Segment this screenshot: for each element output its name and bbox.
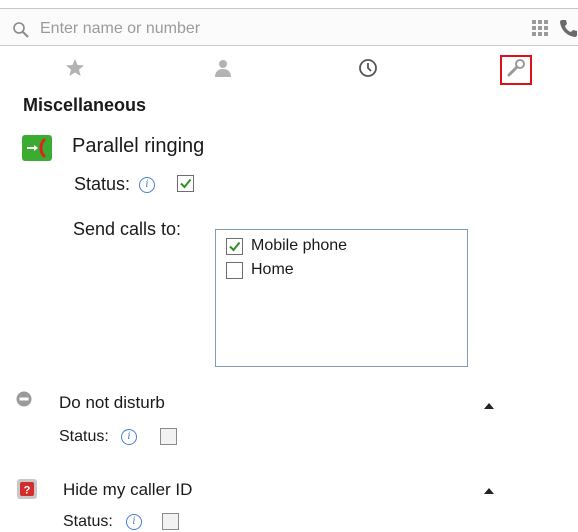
- dialpad-icon[interactable]: [531, 19, 549, 42]
- mobile-phone-checkbox[interactable]: [226, 237, 243, 255]
- search-input[interactable]: [38, 16, 502, 42]
- do-not-disturb-status-checkbox[interactable]: [160, 428, 177, 445]
- send-calls-list[interactable]: Mobile phone Home: [215, 229, 468, 367]
- hide-caller-id-icon: ?: [16, 478, 38, 505]
- list-item[interactable]: Home: [226, 260, 294, 280]
- hide-caller-id-status-checkbox[interactable]: [162, 513, 179, 530]
- home-checkbox[interactable]: [226, 261, 243, 279]
- list-item[interactable]: Mobile phone: [226, 236, 347, 256]
- svg-text:?: ?: [24, 485, 31, 497]
- search-icon: [12, 21, 30, 44]
- do-not-disturb-title: Do not disturb: [59, 393, 165, 412]
- phone-icon[interactable]: [558, 18, 578, 43]
- status-label: Status:: [74, 174, 131, 194]
- info-icon[interactable]: i: [121, 429, 137, 445]
- person-icon: [213, 58, 233, 83]
- info-icon[interactable]: i: [126, 514, 142, 530]
- tab-tools[interactable]: [496, 54, 536, 86]
- tab-favorites[interactable]: [55, 54, 95, 86]
- clock-icon: [358, 58, 378, 83]
- collapse-caret-icon[interactable]: [484, 403, 494, 409]
- list-item-label: Home: [251, 261, 294, 278]
- parallel-ringing-icon: [22, 135, 52, 161]
- wrench-icon: [506, 58, 526, 83]
- hide-caller-id-title: Hide my caller ID: [63, 480, 193, 499]
- search-bar: [0, 8, 578, 46]
- send-calls-label: Send calls to:: [73, 219, 182, 239]
- parallel-ringing-title: Parallel ringing: [72, 135, 205, 157]
- info-icon[interactable]: i: [139, 177, 155, 193]
- tab-history[interactable]: [348, 54, 388, 86]
- status-label: Status:: [63, 513, 113, 530]
- status-label: Status:: [59, 428, 109, 445]
- star-icon: [65, 58, 85, 83]
- tab-contacts[interactable]: [203, 54, 243, 86]
- selected-tab-highlight: [500, 55, 532, 85]
- collapse-caret-icon[interactable]: [484, 488, 494, 494]
- section-title: Miscellaneous: [23, 95, 147, 115]
- parallel-ringing-status-checkbox[interactable]: [177, 175, 194, 192]
- do-not-disturb-icon: [16, 391, 32, 412]
- list-item-label: Mobile phone: [251, 237, 348, 254]
